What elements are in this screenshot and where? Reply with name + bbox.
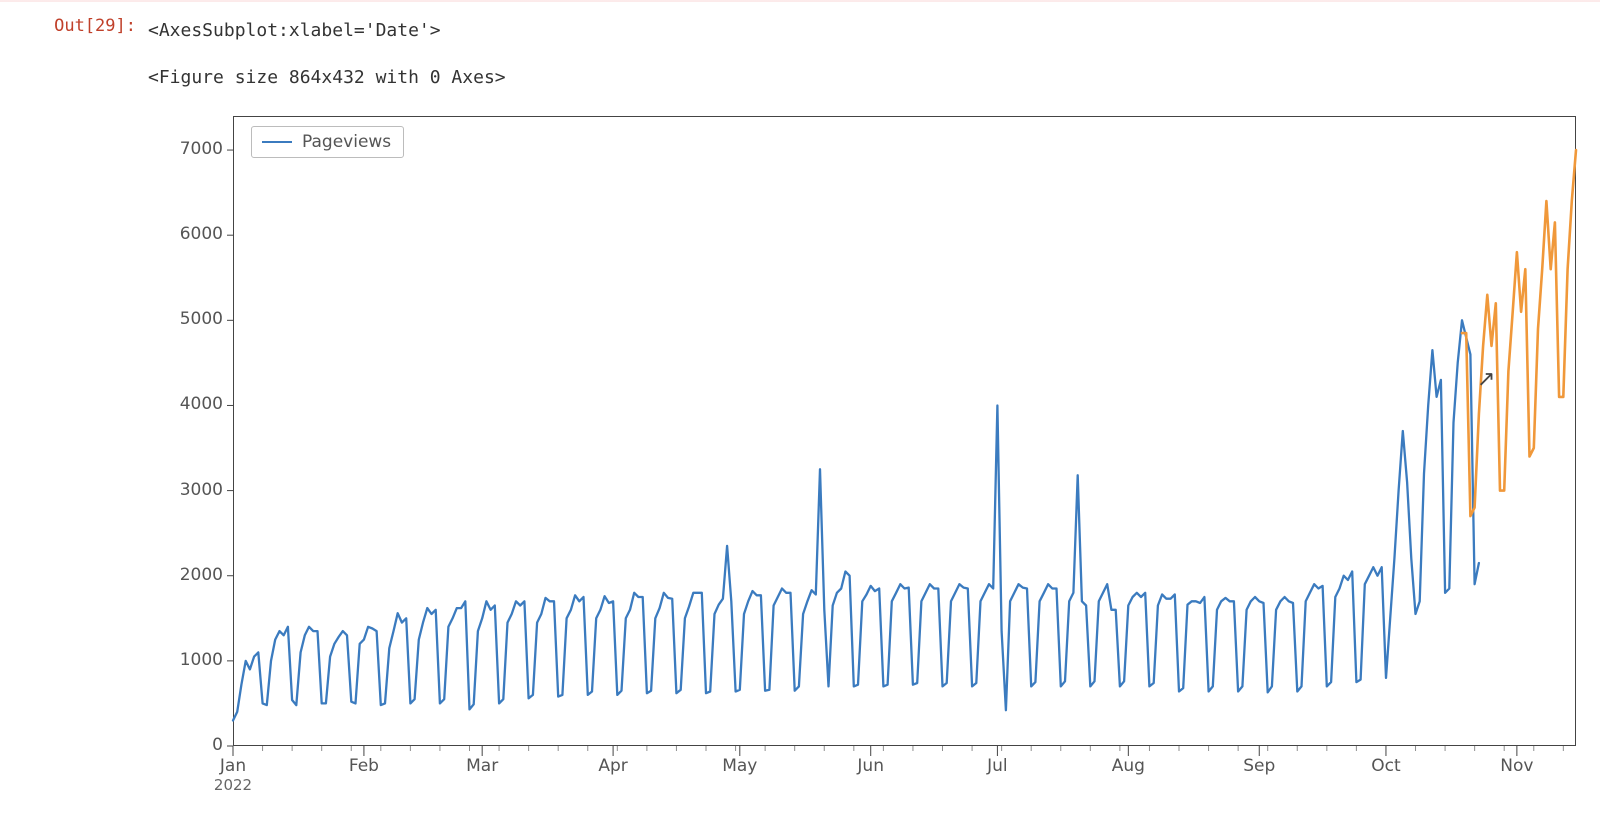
repr-text-figure: <Figure size 864x432 with 0 Axes> bbox=[148, 67, 1600, 88]
cell-divider bbox=[0, 0, 1600, 2]
xtick-label: Sep bbox=[1243, 756, 1275, 776]
legend-swatch bbox=[262, 141, 292, 144]
ytick-label: 1000 bbox=[163, 650, 223, 670]
xtick-label: Apr bbox=[598, 756, 627, 776]
xtick-label: Aug bbox=[1112, 756, 1145, 776]
repr-text-axes: <AxesSubplot:xlabel='Date'> bbox=[148, 20, 1600, 41]
ytick-label: 3000 bbox=[163, 480, 223, 500]
ytick-label: 5000 bbox=[163, 309, 223, 329]
series-forecast bbox=[1462, 150, 1576, 516]
xtick-label: Feb bbox=[349, 756, 379, 776]
legend-box: Pageviews bbox=[251, 126, 404, 158]
xtick-label: Mar bbox=[466, 756, 498, 776]
xtick-label: Oct bbox=[1371, 756, 1400, 776]
output-row: Out[29]: <AxesSubplot:xlabel='Date'> <Fi… bbox=[0, 8, 1600, 788]
ytick-label: 7000 bbox=[163, 139, 223, 159]
plot-svg bbox=[148, 108, 1588, 788]
ytick-label: 0 bbox=[163, 735, 223, 755]
xtick-label: Nov bbox=[1500, 756, 1533, 776]
output-prompt: Out[29]: bbox=[0, 16, 148, 36]
ytick-label: 4000 bbox=[163, 394, 223, 414]
output-body: <AxesSubplot:xlabel='Date'> <Figure size… bbox=[148, 16, 1600, 788]
series-pageviews bbox=[233, 320, 1479, 720]
ytick-label: 6000 bbox=[163, 224, 223, 244]
ytick-label: 2000 bbox=[163, 565, 223, 585]
xtick-label: Jun bbox=[857, 756, 884, 776]
xtick-year-label: 2022 bbox=[214, 776, 252, 794]
xtick-label: Jan bbox=[220, 756, 246, 776]
legend-entry-label: Pageviews bbox=[302, 132, 391, 152]
xtick-label: Jul bbox=[987, 756, 1008, 776]
xtick-label: May bbox=[722, 756, 757, 776]
chart-figure: 0 1000 2000 3000 4000 5000 6000 7000 Jan Feb Mar Ap… bbox=[148, 108, 1588, 788]
